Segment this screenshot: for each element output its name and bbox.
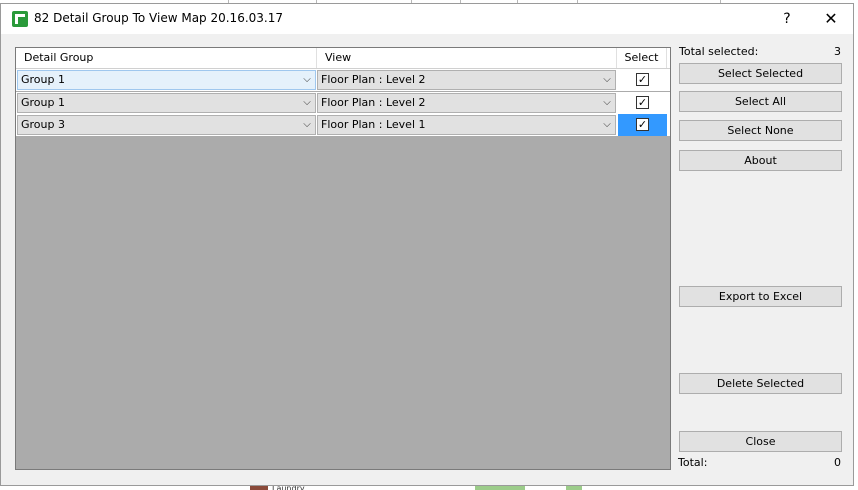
table-row: Group 1 ⌵ Floor Plan : Level 2 ⌵ ✓ (16, 69, 670, 91)
help-button[interactable]: ? (777, 9, 797, 29)
chevron-down-icon[interactable]: ⌵ (299, 71, 315, 89)
view-dropdown[interactable]: Floor Plan : Level 2 ⌵ (317, 70, 616, 90)
background-segment (250, 486, 268, 490)
background-app-bottom: Laundry (0, 486, 858, 490)
select-none-button[interactable]: Select None (679, 120, 842, 141)
export-to-excel-button[interactable]: Export to Excel (679, 286, 842, 307)
detail-group-value: Group 1 (21, 73, 65, 86)
background-segment (566, 486, 582, 490)
column-header-detail-group[interactable]: Detail Group (16, 48, 317, 68)
view-dropdown[interactable]: Floor Plan : Level 1 ⌵ (317, 115, 616, 135)
delete-selected-button[interactable]: Delete Selected (679, 373, 842, 394)
app-icon (12, 11, 28, 27)
select-all-button[interactable]: Select All (679, 91, 842, 112)
select-checkbox[interactable]: ✓ (636, 96, 649, 109)
total-label: Total: (678, 456, 708, 469)
select-selected-button[interactable]: Select Selected (679, 63, 842, 84)
chevron-down-icon[interactable]: ⌵ (599, 71, 615, 89)
total-value: 0 (834, 456, 841, 469)
column-header-view[interactable]: View (317, 48, 617, 68)
background-text: Laundry (272, 486, 305, 490)
column-header-select[interactable]: Select (617, 48, 667, 68)
background-segment (475, 486, 525, 490)
dialog-window: 82 Detail Group To View Map 20.16.03.17 … (0, 3, 854, 486)
chevron-down-icon[interactable]: ⌵ (299, 116, 315, 134)
total-selected-label: Total selected: (679, 45, 759, 58)
about-button[interactable]: About (679, 150, 842, 171)
window-title: 82 Detail Group To View Map 20.16.03.17 (34, 11, 283, 25)
select-cell-highlighted: ✓ (618, 114, 667, 136)
chevron-down-icon[interactable]: ⌵ (299, 94, 315, 112)
chevron-down-icon[interactable]: ⌵ (599, 94, 615, 112)
view-dropdown[interactable]: Floor Plan : Level 2 ⌵ (317, 93, 616, 113)
select-cell: ✓ (618, 92, 667, 114)
total-selected-value: 3 (834, 45, 841, 58)
detail-group-grid[interactable]: Detail Group View Select Group 1 ⌵ Floor… (15, 47, 671, 470)
select-cell: ✓ (618, 69, 667, 91)
table-row: Group 1 ⌵ Floor Plan : Level 2 ⌵ ✓ (16, 92, 670, 114)
grid-header: Detail Group View Select (16, 48, 670, 69)
select-checkbox[interactable]: ✓ (636, 73, 649, 86)
select-checkbox[interactable]: ✓ (636, 118, 649, 131)
close-window-button[interactable]: ✕ (819, 9, 843, 29)
detail-group-dropdown[interactable]: Group 3 ⌵ (17, 115, 316, 135)
detail-group-value: Group 3 (21, 118, 65, 131)
view-value: Floor Plan : Level 2 (321, 73, 426, 86)
detail-group-value: Group 1 (21, 96, 65, 109)
view-value: Floor Plan : Level 1 (321, 118, 426, 131)
close-button[interactable]: Close (679, 431, 842, 452)
detail-group-dropdown[interactable]: Group 1 ⌵ (17, 70, 316, 90)
title-bar[interactable]: 82 Detail Group To View Map 20.16.03.17 … (1, 4, 853, 34)
chevron-down-icon[interactable]: ⌵ (599, 116, 615, 134)
view-value: Floor Plan : Level 2 (321, 96, 426, 109)
detail-group-dropdown[interactable]: Group 1 ⌵ (17, 93, 316, 113)
table-row: Group 3 ⌵ Floor Plan : Level 1 ⌵ ✓ (16, 114, 670, 136)
